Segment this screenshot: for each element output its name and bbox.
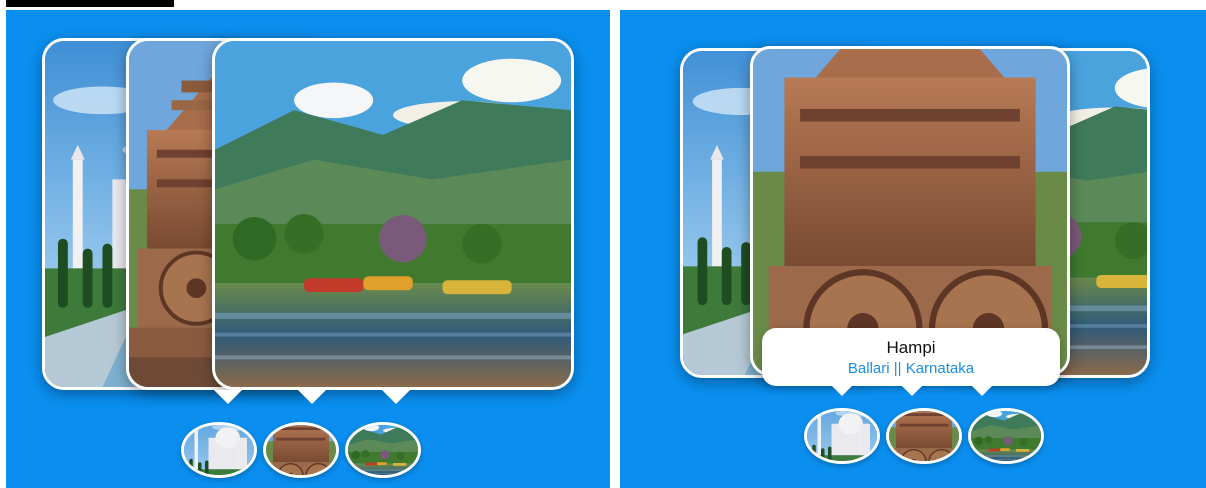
thumbnail-hampi[interactable] — [886, 408, 962, 464]
carousel-panel-right: Hampi Ballari || Karnataka — [620, 10, 1206, 488]
thumbnail-dal-lake[interactable] — [345, 422, 421, 478]
thumbnail-taj[interactable] — [804, 408, 880, 464]
top-edge-tab — [6, 0, 174, 7]
caption-pointer — [832, 386, 852, 396]
caption-pointer — [972, 386, 992, 396]
slide-card-dal-lake[interactable] — [212, 38, 574, 390]
thumbnail-nav — [181, 422, 421, 478]
thumbnail-hampi[interactable] — [263, 422, 339, 478]
caption-title: Hampi — [886, 338, 936, 357]
thumbnail-taj[interactable] — [181, 422, 257, 478]
slide-pointer — [214, 390, 242, 404]
thumbnail-nav — [804, 408, 1044, 464]
slide-pointer — [298, 390, 326, 404]
carousel-panel-left — [6, 10, 610, 488]
thumbnail-dal-lake[interactable] — [968, 408, 1044, 464]
slide-caption: Hampi Ballari || Karnataka — [762, 328, 1060, 396]
hampi-chariot-image — [753, 49, 1067, 373]
slide-card-hampi-active[interactable] — [750, 46, 1070, 376]
caption-pointer — [902, 386, 922, 396]
dal-lake-image — [215, 41, 571, 387]
caption-subtitle: Ballari || Karnataka — [847, 360, 975, 377]
slide-pointer — [382, 390, 410, 404]
